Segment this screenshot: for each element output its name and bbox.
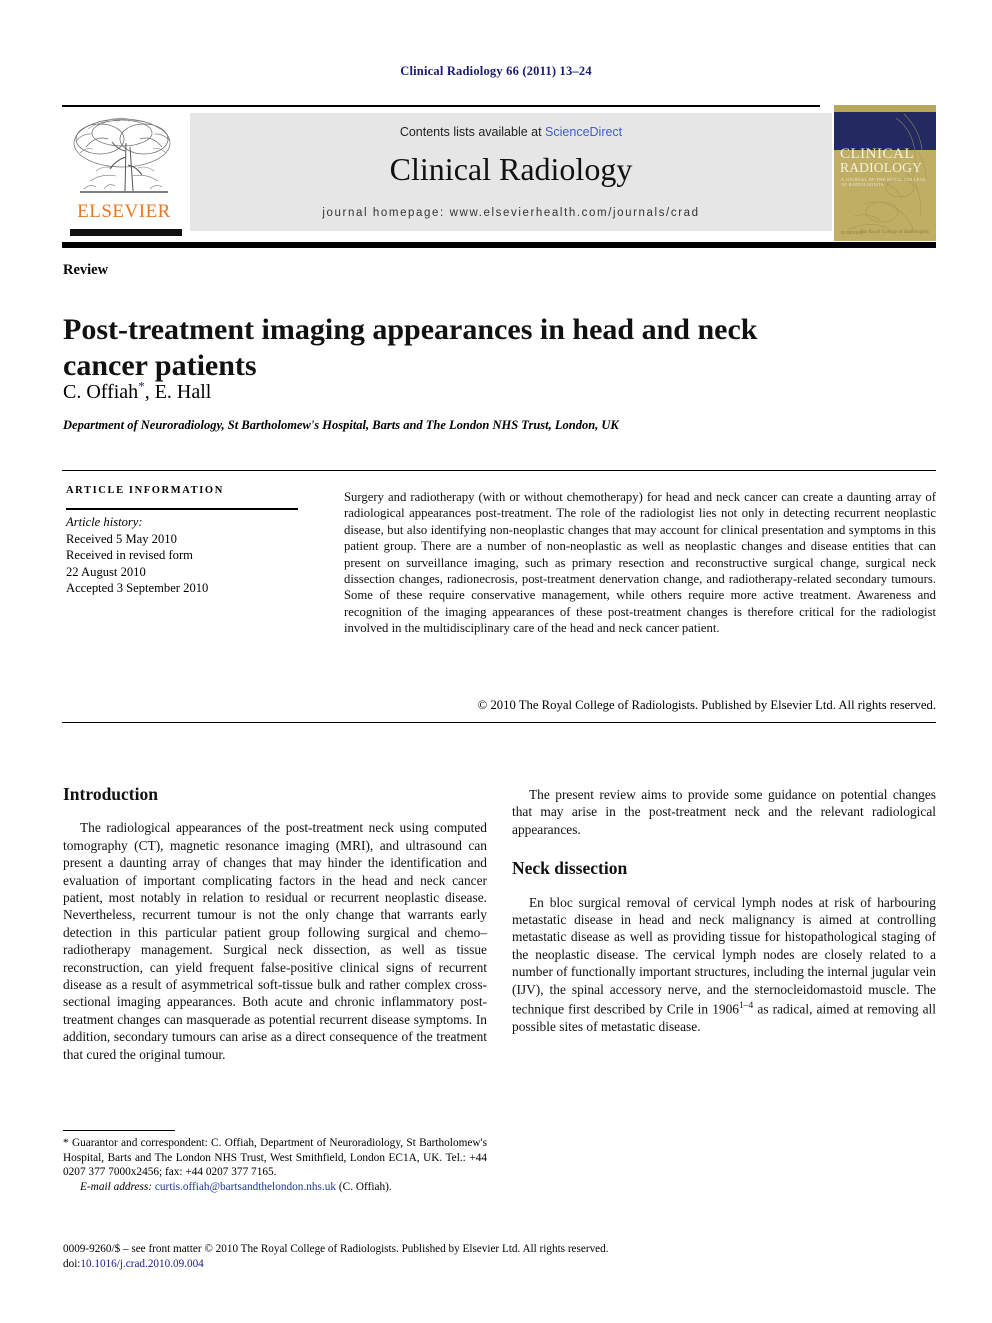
elsevier-underbar xyxy=(70,229,182,236)
body-column-right: The present review aims to provide some … xyxy=(512,786,936,1035)
cover-title-line2: RADIOLOGY xyxy=(840,160,923,175)
cover-top-stripe xyxy=(834,105,936,112)
author-names: C. Offiah*, E. Hall xyxy=(63,378,212,403)
section-heading-introduction: Introduction xyxy=(63,784,158,804)
neck-p1-text-before: En bloc surgical removal of cervical lym… xyxy=(512,894,936,1017)
doi-label: doi: xyxy=(63,1258,81,1270)
contents-prefix: Contents lists available at xyxy=(399,125,546,139)
cover-footer-right: The Royal College of Radiologists xyxy=(859,230,929,235)
elsevier-logo: ELSEVIER xyxy=(66,113,182,236)
running-head: Clinical Radiology 66 (2011) 13–24 xyxy=(400,64,592,78)
section-heading-neck-dissection: Neck dissection xyxy=(512,858,628,879)
article-title: Post-treatment imaging appearances in he… xyxy=(63,313,758,383)
corresponding-author-marker: * xyxy=(138,378,145,393)
elsevier-wordmark: ELSEVIER xyxy=(77,201,171,222)
email-address-label: E-mail address: xyxy=(80,1180,153,1193)
colophon: 0009-9260/$ – see front matter © 2010 Th… xyxy=(63,1242,937,1272)
issn-front-matter: 0009-9260/$ – see front matter © 2010 Th… xyxy=(63,1243,609,1255)
journal-masthead: ELSEVIER Contents lists available at Sci… xyxy=(62,105,936,242)
journal-homepage[interactable]: journal homepage: www.elsevierhealth.com… xyxy=(190,207,832,219)
email-address-owner: (C. Offiah). xyxy=(338,1180,392,1193)
article-history-label: Article history: xyxy=(66,515,143,529)
article-information-heading: ARTICLE INFORMATION xyxy=(66,485,224,496)
correspondence-note: * Guarantor and correspondent: C. Offiah… xyxy=(63,1137,487,1179)
abstract-bottom-rule xyxy=(62,722,936,723)
masthead-top-rule xyxy=(62,105,820,107)
email-line: E-mail address: curtis.offiah@bartsandth… xyxy=(63,1180,487,1195)
article-history: Article history: Received 5 May 2010 Rec… xyxy=(66,514,311,597)
journal-name: Clinical Radiology xyxy=(389,151,633,187)
journal-header-band: Contents lists available at ScienceDirec… xyxy=(190,113,832,231)
masthead-bottom-rule xyxy=(62,242,936,248)
journal-cover-thumbnail[interactable]: CLINICAL RADIOLOGY A JOURNAL OF THE ROYA… xyxy=(834,105,936,241)
abstract-top-rule xyxy=(62,470,936,471)
neck-dissection-paragraph-1: En bloc surgical removal of cervical lym… xyxy=(512,894,936,1036)
cover-title: CLINICAL RADIOLOGY xyxy=(840,147,932,175)
article-accepted-date: Accepted 3 September 2010 xyxy=(66,581,209,596)
elsevier-tree-icon xyxy=(66,113,182,199)
email-address-link[interactable]: curtis.offiah@bartsandthelondon.nhs.uk xyxy=(155,1181,336,1193)
abstract-text: Surgery and radiotherapy (with or withou… xyxy=(344,490,936,636)
doi-line: doi:10.1016/j.crad.2010.09.004 xyxy=(63,1257,937,1272)
intro-paragraph-1: The radiological appearances of the post… xyxy=(63,820,487,1062)
doi-link[interactable]: 10.1016/j.crad.2010.09.004 xyxy=(80,1258,203,1270)
article-information-rule xyxy=(66,508,298,510)
abstract-copyright: © 2010 The Royal College of Radiologists… xyxy=(477,698,936,712)
body-column-left: Introduction The radiological appearance… xyxy=(63,784,487,1063)
footnote-rule xyxy=(63,1130,175,1131)
cover-title-line1: CLINICAL xyxy=(840,146,914,162)
author-affiliation: Department of Neuroradiology, St Barthol… xyxy=(63,418,619,432)
article-type-label: Review xyxy=(63,262,109,278)
article-revised-label: Received in revised form xyxy=(66,548,193,563)
article-received-date: Received 5 May 2010 xyxy=(66,531,177,546)
article-revised-date: 22 August 2010 xyxy=(66,564,146,579)
contents-lists-line: Contents lists available at ScienceDirec… xyxy=(190,125,832,139)
author-list: C. Offiah*, E. Hall xyxy=(63,378,211,404)
citation-reference[interactable]: 1–4 xyxy=(739,1001,753,1011)
footnote-block: * Guarantor and correspondent: C. Offiah… xyxy=(63,1136,487,1194)
sciencedirect-link[interactable]: ScienceDirect xyxy=(545,125,622,139)
cover-subtitle: A JOURNAL OF THE ROYAL COLLEGE OF RADIOL… xyxy=(841,177,927,187)
intro-paragraph-2: The present review aims to provide some … xyxy=(512,787,936,837)
